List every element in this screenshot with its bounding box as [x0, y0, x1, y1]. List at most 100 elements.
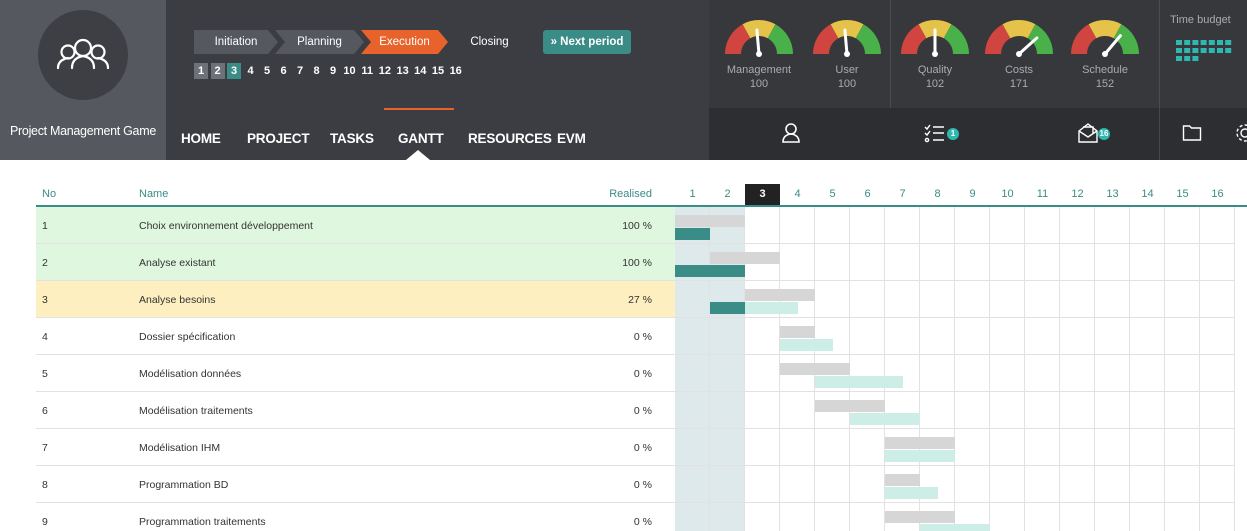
gantt-cell — [675, 355, 710, 392]
gantt-cell — [1130, 355, 1165, 392]
nav-resources[interactable]: RESOURCES — [468, 131, 552, 146]
period-7[interactable]: 7 — [293, 63, 307, 79]
phase-planning[interactable]: Planning — [275, 30, 364, 54]
logo-panel[interactable]: Project Management Game — [0, 0, 166, 160]
table-row[interactable]: 2 Analyse existant 100 % — [36, 244, 675, 281]
table-row[interactable]: 1 Choix environnement développement 100 % — [36, 207, 675, 244]
planned-bar[interactable] — [675, 215, 745, 227]
planned-bar[interactable] — [885, 437, 955, 449]
time-budget-unit — [1192, 56, 1199, 61]
actual-bar[interactable] — [675, 265, 745, 277]
period-6[interactable]: 6 — [277, 63, 291, 79]
period-5[interactable]: 5 — [260, 63, 274, 79]
gantt-cell — [1200, 355, 1235, 392]
time-budget-unit — [1184, 56, 1191, 61]
gantt-cell — [955, 466, 990, 503]
task-name: Modélisation IHM — [139, 442, 221, 454]
folder-icon[interactable] — [1182, 124, 1202, 142]
period-14[interactable]: 14 — [413, 63, 427, 79]
period-column-header: 9 — [969, 188, 976, 200]
task-realised: 0 % — [633, 516, 652, 528]
table-row[interactable]: 5 Modélisation données 0 % — [36, 355, 675, 392]
period-column-header: 12 — [1071, 188, 1084, 200]
forecast-bar[interactable] — [780, 339, 833, 351]
gantt-cell — [990, 207, 1025, 244]
nav-evm[interactable]: EVM — [557, 131, 586, 146]
actual-bar[interactable] — [710, 302, 745, 314]
forecast-bar[interactable] — [850, 413, 920, 425]
gantt-cell — [990, 318, 1025, 355]
planned-bar[interactable] — [780, 326, 815, 338]
nav-tasks[interactable]: TASKS — [330, 131, 374, 146]
gantt-cell — [1130, 281, 1165, 318]
gantt-cell — [1200, 207, 1235, 244]
user-icon[interactable] — [781, 122, 801, 144]
period-15[interactable]: 15 — [431, 63, 445, 79]
gantt-cell — [745, 503, 780, 531]
nav-gantt[interactable]: GANTT — [398, 131, 444, 146]
next-period-button[interactable]: » Next period — [543, 30, 631, 54]
task-realised: 0 % — [633, 442, 652, 454]
planned-bar[interactable] — [710, 252, 780, 264]
gauge-value: 152 — [1095, 78, 1115, 90]
period-10[interactable]: 10 — [343, 63, 357, 79]
forecast-bar[interactable] — [885, 487, 938, 499]
gantt-cell — [1025, 207, 1060, 244]
gauge-quality: Quality 102 — [895, 8, 975, 103]
period-3[interactable]: 3 — [227, 63, 241, 79]
task-number: 6 — [42, 405, 48, 417]
gauge-segment — [901, 24, 927, 55]
table-row[interactable]: 6 Modélisation traitements 0 % — [36, 392, 675, 429]
task-list-icon[interactable] — [923, 123, 945, 143]
period-12[interactable]: 12 — [378, 63, 392, 79]
forecast-bar[interactable] — [885, 450, 955, 462]
gantt-cell — [1200, 392, 1235, 429]
period-11[interactable]: 11 — [360, 63, 374, 79]
period-8[interactable]: 8 — [310, 63, 324, 79]
phase-closing[interactable]: Closing — [445, 30, 534, 54]
planned-bar[interactable] — [885, 474, 920, 486]
gantt-cell — [850, 429, 885, 466]
table-row[interactable]: 8 Programmation BD 0 % — [36, 466, 675, 503]
forecast-bar[interactable] — [920, 524, 990, 531]
tasks-badge: 1 — [947, 128, 959, 140]
gantt-cell — [1130, 466, 1165, 503]
period-4[interactable]: 4 — [244, 63, 258, 79]
gauge-segment — [943, 24, 969, 55]
planned-bar[interactable] — [815, 400, 885, 412]
gantt-cell — [920, 355, 955, 392]
phase-execution[interactable]: Execution — [361, 30, 448, 54]
task-realised: 0 % — [633, 368, 652, 380]
nav-home[interactable]: HOME — [181, 131, 221, 146]
gantt-cell — [1060, 207, 1095, 244]
nav-project[interactable]: PROJECT — [247, 131, 310, 146]
period-column-header: 13 — [1106, 188, 1119, 200]
planned-bar[interactable] — [885, 511, 955, 523]
messages-icon[interactable] — [1077, 122, 1099, 144]
gantt-cell — [710, 392, 745, 429]
planned-bar[interactable] — [780, 363, 850, 375]
phase-initiation[interactable]: Initiation — [194, 30, 278, 54]
time-budget-unit — [1176, 56, 1182, 61]
period-column-header: 2 — [724, 188, 731, 200]
period-16[interactable]: 16 — [449, 63, 463, 79]
period-2[interactable]: 2 — [210, 63, 225, 79]
forecast-bar[interactable] — [815, 376, 903, 388]
table-row[interactable]: 7 Modélisation IHM 0 % — [36, 429, 675, 466]
period-13[interactable]: 13 — [396, 63, 410, 79]
gantt-cell — [1025, 503, 1060, 531]
actual-bar[interactable] — [675, 228, 710, 240]
period-9[interactable]: 9 — [326, 63, 340, 79]
table-row[interactable]: 4 Dossier spécification 0 % — [36, 318, 675, 355]
table-row[interactable]: 3 Analyse besoins 27 % — [36, 281, 675, 318]
gantt-cell — [955, 244, 990, 281]
planned-bar[interactable] — [745, 289, 815, 301]
gantt-cell — [815, 503, 850, 531]
gear-icon[interactable] — [1231, 122, 1247, 144]
separator — [890, 0, 891, 108]
table-row[interactable]: 9 Programmation traitements 0 % — [36, 503, 675, 531]
gantt-cell — [1095, 503, 1130, 531]
forecast-bar[interactable] — [745, 302, 798, 314]
task-number: 8 — [42, 479, 48, 491]
period-1[interactable]: 1 — [194, 63, 208, 79]
